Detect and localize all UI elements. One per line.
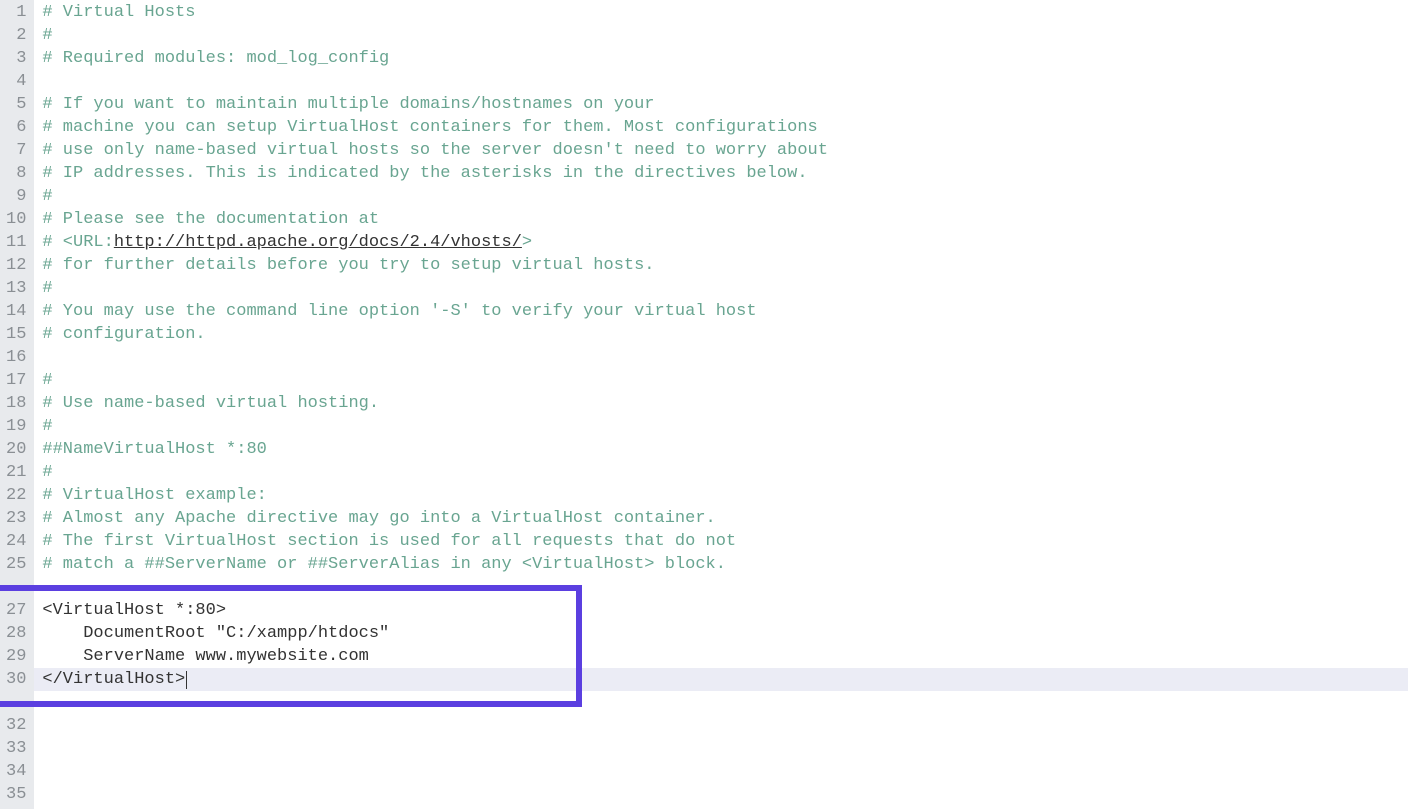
code-line[interactable]: # If you want to maintain multiple domai… (34, 93, 1408, 116)
line-number: 21 (6, 461, 26, 484)
code-line[interactable]: # use only name-based virtual hosts so t… (34, 139, 1408, 162)
code-line[interactable]: # (34, 24, 1408, 47)
line-number: 25 (6, 553, 26, 576)
code-line[interactable]: DocumentRoot "C:/xampp/htdocs" (34, 622, 1408, 645)
line-number: 20 (6, 438, 26, 461)
code-line[interactable]: # IP addresses. This is indicated by the… (34, 162, 1408, 185)
line-number: 17 (6, 369, 26, 392)
line-number: 28 (6, 622, 26, 645)
code-line[interactable]: ServerName www.mywebsite.com (34, 645, 1408, 668)
line-number: 15 (6, 323, 26, 346)
code-line[interactable]: # machine you can setup VirtualHost cont… (34, 116, 1408, 139)
line-number: 16 (6, 346, 26, 369)
code-line[interactable]: # Almost any Apache directive may go int… (34, 507, 1408, 530)
code-line[interactable]: # (34, 277, 1408, 300)
code-editor-area[interactable]: # Virtual Hosts## Required modules: mod_… (34, 0, 1408, 809)
line-number: 14 (6, 300, 26, 323)
code-line[interactable]: </VirtualHost> (34, 668, 1408, 691)
code-line[interactable]: # VirtualHost example: (34, 484, 1408, 507)
line-number: 35 (6, 783, 26, 806)
code-line[interactable]: # Use name-based virtual hosting. (34, 392, 1408, 415)
code-line[interactable] (34, 691, 1408, 714)
line-number: 5 (6, 93, 26, 116)
line-number: 9 (6, 185, 26, 208)
line-number: 29 (6, 645, 26, 668)
text-cursor (186, 671, 187, 689)
documentation-url[interactable]: http://httpd.apache.org/docs/2.4/vhosts/ (114, 233, 522, 252)
code-line[interactable]: # Please see the documentation at (34, 208, 1408, 231)
code-line[interactable] (34, 737, 1408, 760)
line-number: 3 (6, 47, 26, 70)
line-number: 33 (6, 737, 26, 760)
line-number: 13 (6, 277, 26, 300)
code-line[interactable] (34, 346, 1408, 369)
code-line[interactable]: ##NameVirtualHost *:80 (34, 438, 1408, 461)
code-line[interactable]: # You may use the command line option '-… (34, 300, 1408, 323)
code-line[interactable]: # match a ##ServerName or ##ServerAlias … (34, 553, 1408, 576)
line-number: 1 (6, 1, 26, 24)
code-line[interactable] (34, 783, 1408, 806)
code-line[interactable] (34, 760, 1408, 783)
line-number: 11 (6, 231, 26, 254)
line-number (6, 691, 26, 714)
line-number: 7 (6, 139, 26, 162)
code-line[interactable]: # (34, 185, 1408, 208)
code-line[interactable] (34, 70, 1408, 93)
code-line[interactable] (34, 714, 1408, 737)
line-number: 34 (6, 760, 26, 783)
line-number: 32 (6, 714, 26, 737)
line-number: 8 (6, 162, 26, 185)
line-number: 24 (6, 530, 26, 553)
code-line[interactable]: # <URL:http://httpd.apache.org/docs/2.4/… (34, 231, 1408, 254)
code-line[interactable]: # Virtual Hosts (34, 1, 1408, 24)
code-line[interactable]: # Required modules: mod_log_config (34, 47, 1408, 70)
line-number: 2 (6, 24, 26, 47)
line-number: 30 (6, 668, 26, 691)
line-number (6, 576, 26, 599)
line-number: 4 (6, 70, 26, 93)
code-line[interactable]: # (34, 369, 1408, 392)
code-line[interactable]: # for further details before you try to … (34, 254, 1408, 277)
code-line[interactable]: # (34, 461, 1408, 484)
line-number: 22 (6, 484, 26, 507)
line-number-gutter: 1234567891011121314151617181920212223242… (0, 0, 34, 809)
line-number: 23 (6, 507, 26, 530)
code-line[interactable] (34, 576, 1408, 599)
line-number: 18 (6, 392, 26, 415)
code-line[interactable]: # (34, 415, 1408, 438)
code-line[interactable]: # configuration. (34, 323, 1408, 346)
line-number: 10 (6, 208, 26, 231)
code-line[interactable]: # The first VirtualHost section is used … (34, 530, 1408, 553)
line-number: 19 (6, 415, 26, 438)
line-number: 12 (6, 254, 26, 277)
code-line[interactable]: <VirtualHost *:80> (34, 599, 1408, 622)
line-number: 27 (6, 599, 26, 622)
line-number: 6 (6, 116, 26, 139)
